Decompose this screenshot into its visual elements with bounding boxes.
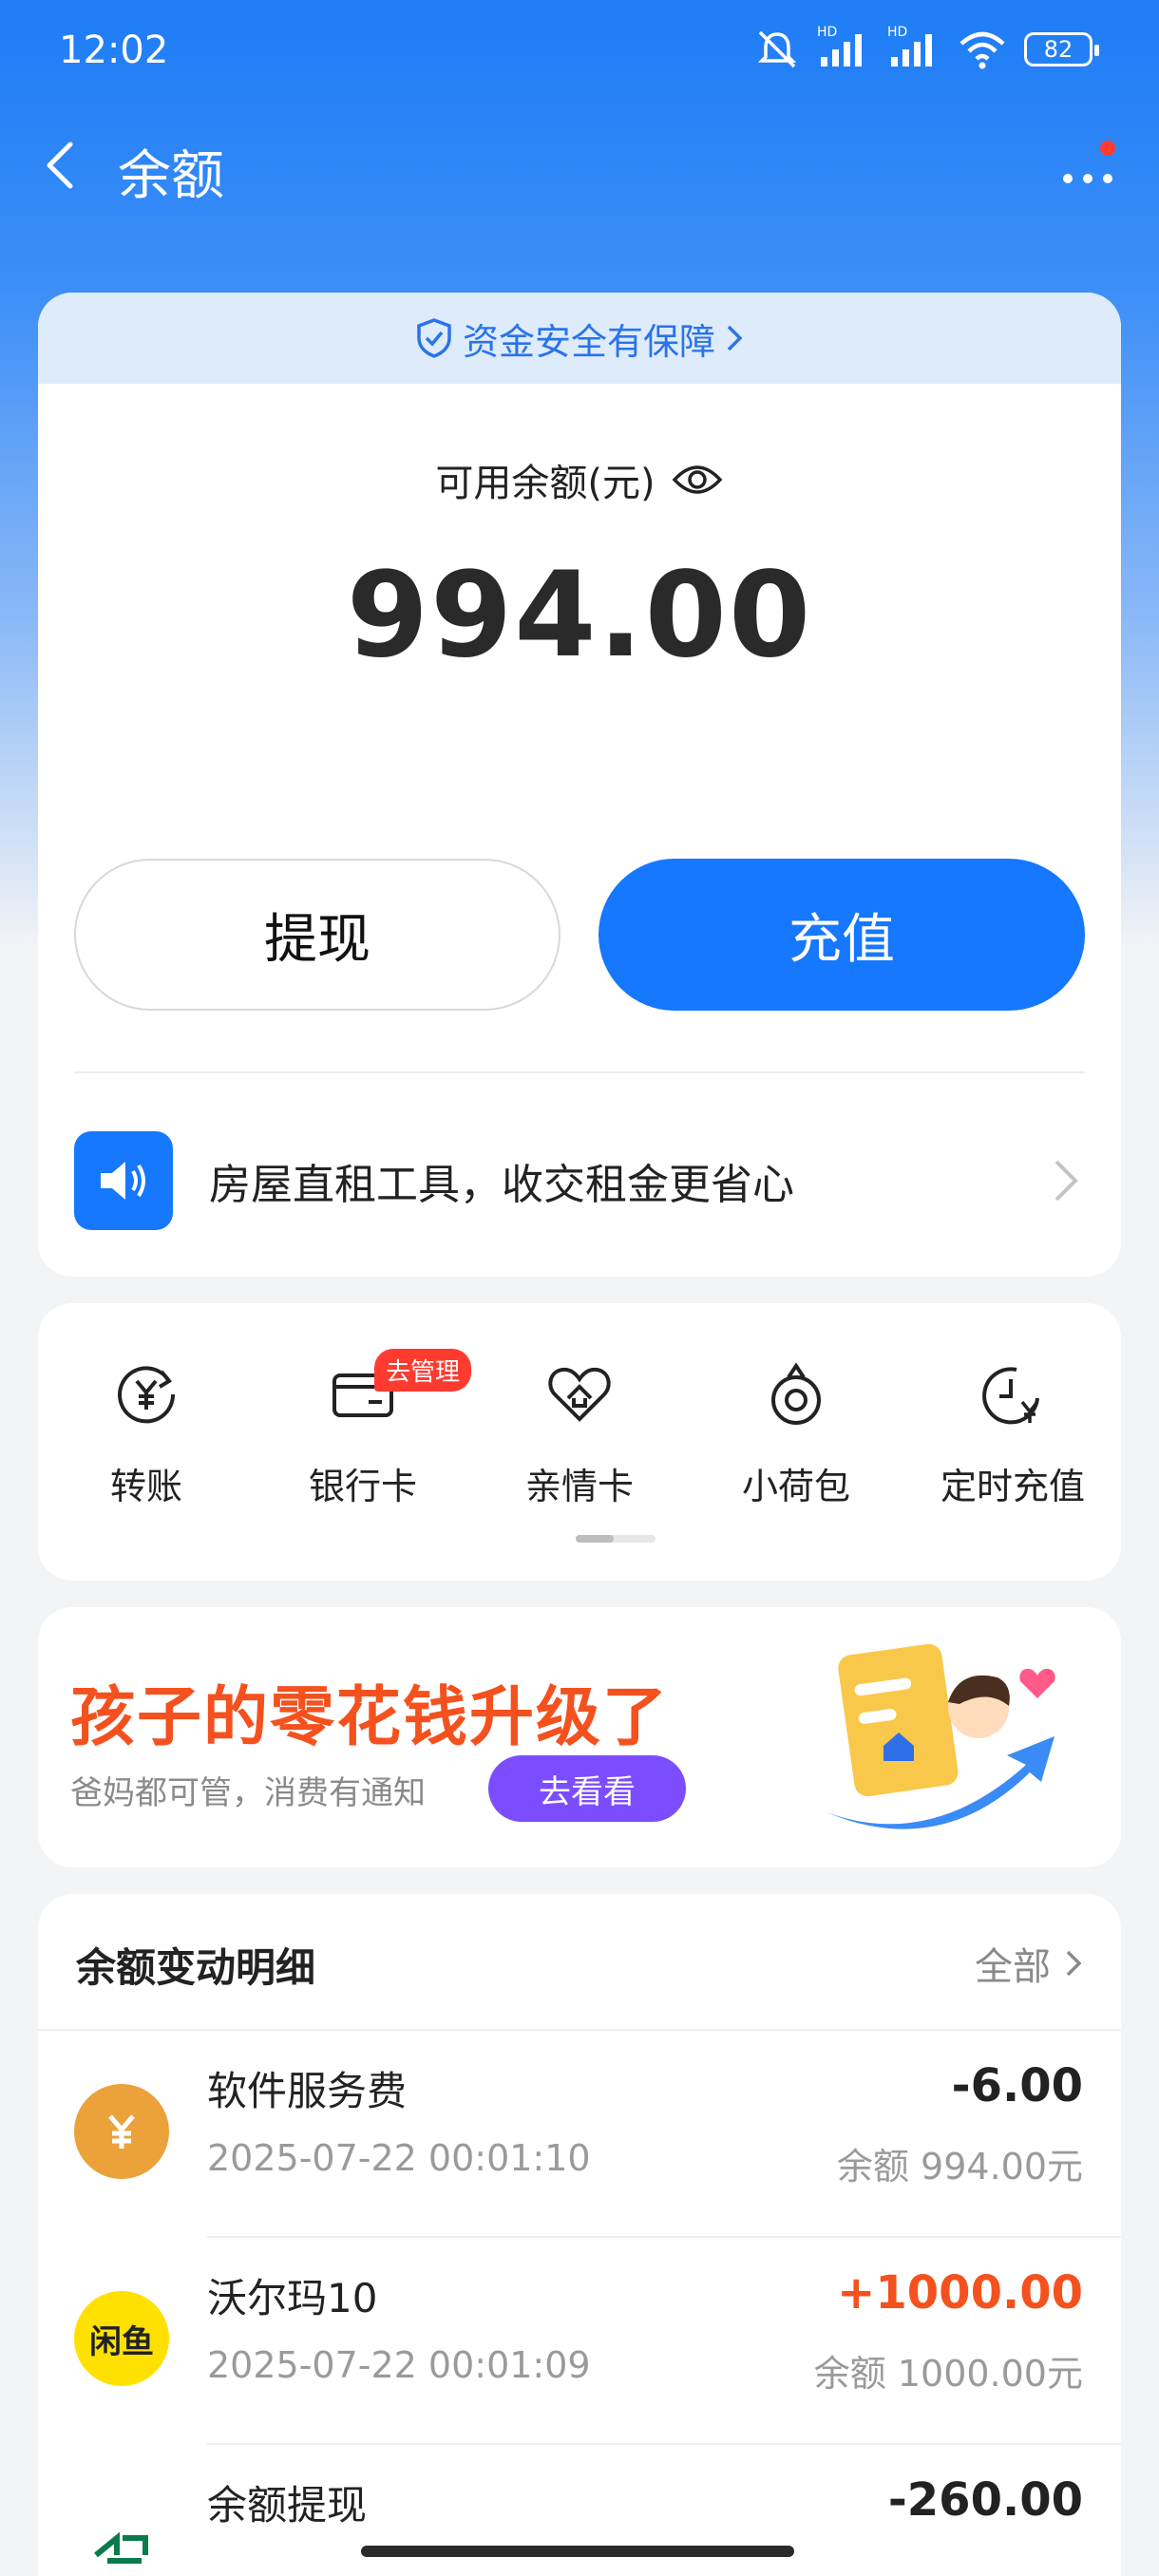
home-indicator[interactable]	[361, 2546, 794, 2557]
status-bar: 12:02 HD HD 82	[0, 0, 1159, 104]
chevron-right-icon	[1054, 1160, 1078, 1202]
record-balance: 余额 1000.00元	[813, 2353, 1083, 2395]
notification-dot	[1100, 141, 1115, 156]
chevron-left-icon	[47, 142, 73, 189]
hd-label: HD	[817, 25, 838, 40]
record-amount: -260.00	[887, 2473, 1083, 2527]
tool-label: 转账	[109, 1466, 182, 1507]
go-see-button[interactable]: 去看看	[488, 1755, 686, 1822]
balance-label: 可用余额(元)	[435, 462, 656, 505]
tools-row: 转账 去管理 银行卡 亲情卡 小荷包 定时充值	[38, 1349, 1121, 1509]
signal-icon-2: HD	[887, 25, 940, 70]
withdraw-button[interactable]: 提现	[74, 859, 560, 1011]
balance-card: 资金安全有保障 可用余额(元) 994.00 提现 充值 房屋直租工具，收交租金…	[38, 293, 1121, 1277]
recharge-button[interactable]: 充值	[598, 859, 1085, 1011]
chevron-right-icon	[1066, 1950, 1082, 1977]
battery-icon: 82	[1024, 32, 1099, 66]
xianyu-logo-icon: 闲鱼	[74, 2291, 169, 2386]
xianyu-logo-text: 闲鱼	[89, 2322, 154, 2361]
record-name: 余额提现	[207, 2482, 368, 2529]
record-name: 沃尔玛10	[207, 2275, 378, 2321]
mute-icon	[757, 30, 797, 68]
view-all-link[interactable]: 全部	[975, 1936, 1083, 1991]
hd-label: HD	[887, 25, 908, 40]
divider	[74, 1071, 1085, 1073]
banner-title: 孩子的零花钱升级了	[70, 1680, 670, 1755]
record-time: 2025-07-22 00:01:10	[207, 2137, 591, 2179]
signal-icon-1: HD	[817, 25, 870, 70]
app-header: 余额	[0, 114, 1159, 218]
bank-logo-icon	[74, 2498, 169, 2576]
balance-label-row: 可用余额(元)	[38, 452, 1121, 507]
balance-amount: 994.00	[346, 547, 813, 684]
status-icons: HD HD 82	[754, 25, 1099, 70]
kid-illustration-icon	[826, 1643, 1055, 1829]
chevron-right-icon	[727, 325, 743, 351]
speaker-icon	[74, 1131, 173, 1230]
banner-subtitle: 爸妈都可管，消费有通知	[70, 1774, 426, 1812]
tool-label: 定时充值	[940, 1466, 1085, 1507]
allowance-banner[interactable]: 孩子的零花钱升级了 爸妈都可管，消费有通知 去看看	[38, 1607, 1121, 1867]
back-button[interactable]	[34, 137, 91, 194]
tool-label: 亲情卡	[524, 1466, 634, 1507]
quick-tools-card: 转账 去管理 银行卡 亲情卡 小荷包 定时充值	[38, 1303, 1121, 1581]
tool-bank-card[interactable]: 去管理 银行卡	[268, 1349, 472, 1509]
tool-transfer[interactable]: 转账	[51, 1360, 241, 1509]
page-title: 余额	[118, 145, 224, 207]
security-text: 资金安全有保障	[462, 320, 715, 363]
more-button[interactable]	[1054, 141, 1121, 199]
family-card-heart-icon	[548, 1367, 611, 1422]
view-all-label: 全部	[975, 1945, 1051, 1989]
record-time: 2025-07-22 00:01:09	[207, 2344, 591, 2386]
battery-level: 82	[1043, 36, 1074, 63]
tools-page-indicator	[576, 1535, 656, 1543]
balance-records-card: 余额变动明细 全部 软件服务费 2025-07-22 00:01:10 -6.0…	[38, 1894, 1121, 2576]
wifi-icon	[960, 31, 1005, 69]
record-item[interactable]: 闲鱼 沃尔玛10 2025-07-22 00:01:09 +1000.00 余额…	[38, 2238, 1121, 2445]
rental-promo-row[interactable]: 房屋直租工具，收交租金更省心	[74, 1128, 1085, 1233]
pouch-icon	[771, 1362, 821, 1425]
tool-label: 银行卡	[308, 1466, 417, 1507]
yuan-coin-icon	[74, 2084, 169, 2179]
status-time: 12:02	[59, 28, 169, 72]
scheduled-recharge-icon	[982, 1367, 1039, 1425]
records-header: 余额变动明细 全部	[38, 1894, 1121, 2031]
records-title: 余额变动明细	[76, 1944, 316, 1991]
record-item[interactable]: 软件服务费 2025-07-22 00:01:10 -6.00 余额 994.0…	[38, 2031, 1121, 2238]
record-amount: +1000.00	[837, 2266, 1083, 2320]
record-balance: 余额 994.00元	[836, 2146, 1083, 2188]
tool-family-card[interactable]: 亲情卡	[484, 1360, 674, 1509]
promo-text: 房屋直租工具，收交租金更省心	[209, 1161, 794, 1209]
eye-icon[interactable]	[671, 461, 724, 499]
security-banner[interactable]: 资金安全有保障	[38, 293, 1121, 384]
shield-check-icon	[417, 318, 451, 358]
transfer-yuan-icon	[118, 1366, 176, 1424]
record-amount: -6.00	[951, 2059, 1083, 2112]
tool-small-pouch[interactable]: 小荷包	[701, 1360, 891, 1509]
tool-label: 小荷包	[741, 1466, 850, 1507]
tool-scheduled-recharge[interactable]: 定时充值	[918, 1360, 1108, 1509]
record-name: 软件服务费	[207, 2068, 408, 2114]
manage-badge[interactable]: 去管理	[374, 1349, 472, 1392]
